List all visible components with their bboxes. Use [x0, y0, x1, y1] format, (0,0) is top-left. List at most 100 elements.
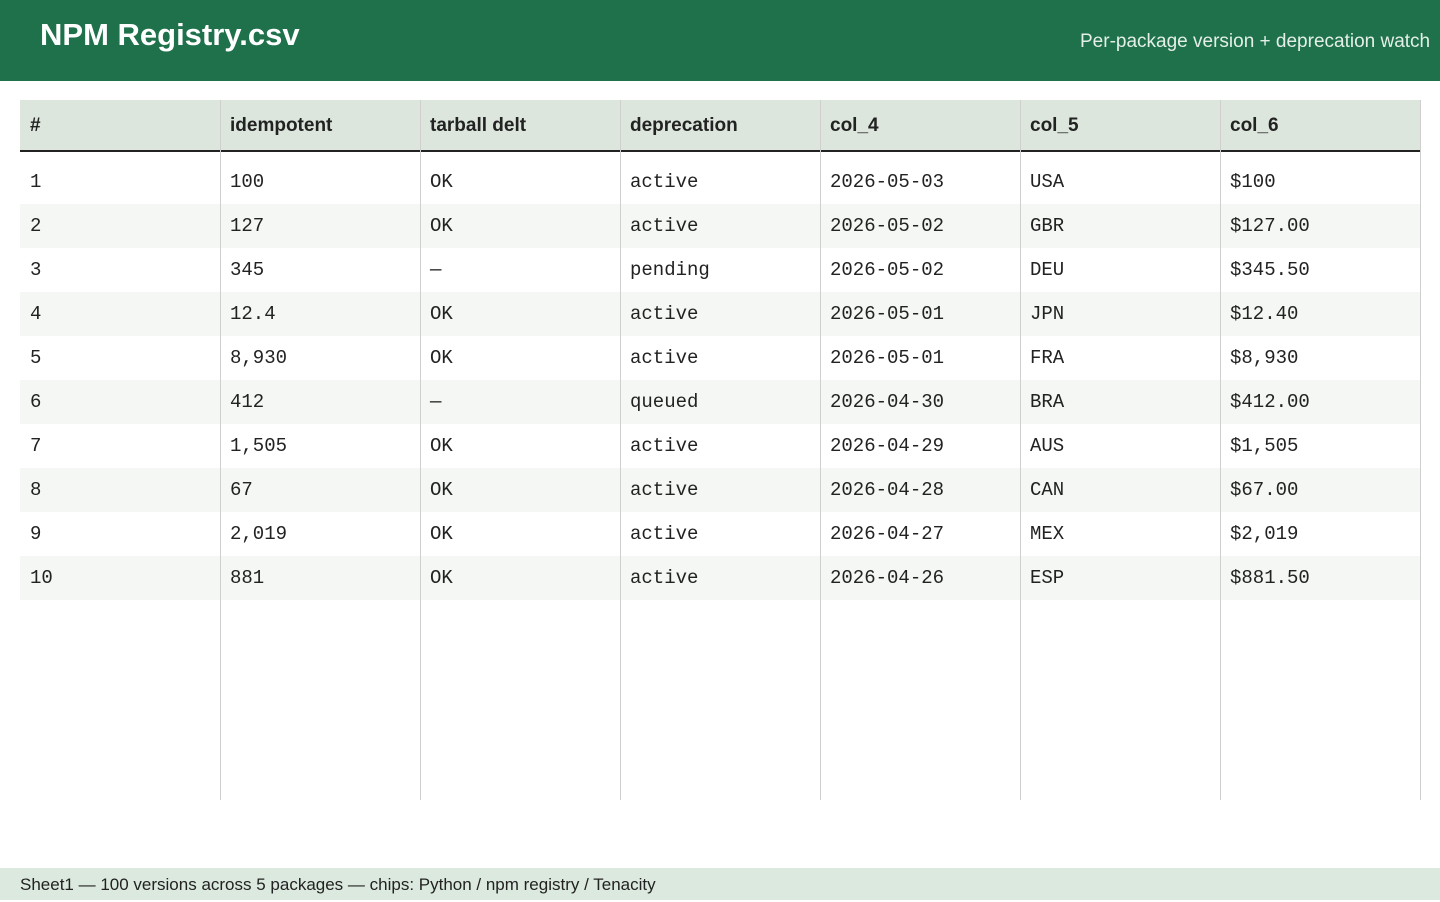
column-divider — [220, 100, 221, 800]
table-cell[interactable]: OK — [420, 292, 620, 336]
table-cell[interactable]: $345.50 — [1220, 248, 1420, 292]
table-cell[interactable]: $1,505 — [1220, 424, 1420, 468]
column-divider — [1020, 100, 1021, 800]
table-cell[interactable]: CAN — [1020, 468, 1220, 512]
table-row[interactable]: 6 412— queued 2026-04-30 BRA $412.00 — [20, 380, 1420, 424]
table-row[interactable]: 10 881 OK active 2026-04-26 ESP $881.50 — [20, 556, 1420, 600]
table-cell[interactable]: 2026-04-26 — [820, 556, 1020, 600]
column-divider — [1220, 100, 1221, 800]
table-cell[interactable]: 8,930 — [220, 336, 420, 380]
table-cell[interactable]: active — [620, 160, 820, 204]
table-cell[interactable]: OK — [420, 424, 620, 468]
table-cell[interactable]: 345 — [220, 248, 420, 292]
table-cell[interactable]: 2026-05-03 — [820, 160, 1020, 204]
table-cell[interactable]: 1 — [20, 160, 220, 204]
table-cell[interactable]: 9 — [20, 512, 220, 556]
table-cell[interactable]: 100 — [220, 160, 420, 204]
spreadsheet-grid: # idempotent tarball delt deprecation co… — [20, 100, 1421, 800]
table-cell[interactable]: OK — [420, 556, 620, 600]
table-row[interactable]: 8 67 OK active 2026-04-28 CAN $67.00 — [20, 468, 1420, 512]
table-cell[interactable]: 2026-04-28 — [820, 468, 1020, 512]
table-cell[interactable]: 2,019 — [220, 512, 420, 556]
table-cell[interactable]: 127 — [220, 204, 420, 248]
file-title: NPM Registry.csv — [40, 17, 300, 52]
table-cell[interactable]: active — [620, 424, 820, 468]
table-cell[interactable]: 4 — [20, 292, 220, 336]
table-cell[interactable]: active — [620, 556, 820, 600]
table-cell[interactable]: $127.00 — [1220, 204, 1420, 248]
table-cell[interactable]: — — [420, 380, 620, 424]
table-cell[interactable]: $12.40 — [1220, 292, 1420, 336]
table-cell[interactable]: 7 — [20, 424, 220, 468]
column-header-tarball-delt[interactable]: tarball delt — [420, 100, 620, 150]
table-cell[interactable]: FRA — [1020, 336, 1220, 380]
table-cell[interactable]: active — [620, 204, 820, 248]
table-row[interactable]: 2 127 OK active 2026-05-02 GBR $127.00 — [20, 204, 1420, 248]
column-header-col-5[interactable]: col_5 — [1020, 100, 1220, 150]
file-subtitle: Per-package version + deprecation watch — [1080, 31, 1431, 52]
column-divider — [820, 100, 821, 800]
table-cell[interactable]: JPN — [1020, 292, 1220, 336]
table-cell[interactable]: 3 — [20, 248, 220, 292]
table-cell[interactable]: 2026-05-01 — [820, 292, 1020, 336]
table-cell[interactable]: AUS — [1020, 424, 1220, 468]
table-cell[interactable]: 2026-04-30 — [820, 380, 1020, 424]
table-cell[interactable]: $881.50 — [1220, 556, 1420, 600]
table-cell[interactable]: OK — [420, 336, 620, 380]
table-cell[interactable]: $100 — [1220, 160, 1420, 204]
table-cell[interactable]: 881 — [220, 556, 420, 600]
table-cell[interactable]: 2026-04-27 — [820, 512, 1020, 556]
table-cell[interactable]: OK — [420, 512, 620, 556]
table-cell[interactable]: active — [620, 292, 820, 336]
table-cell[interactable]: GBR — [1020, 204, 1220, 248]
column-header-idempotent[interactable]: idempotent — [220, 100, 420, 150]
table-row[interactable]: 3 345— pending 2026-05-02 DEU $345.50 — [20, 248, 1420, 292]
status-text: Sheet1 — 100 versions across 5 packages … — [20, 875, 656, 894]
table-cell[interactable]: 6 — [20, 380, 220, 424]
table-cell[interactable]: $8,930 — [1220, 336, 1420, 380]
column-header-deprecation[interactable]: deprecation — [620, 100, 820, 150]
table-cell[interactable]: pending — [620, 248, 820, 292]
table-cell[interactable]: ESP — [1020, 556, 1220, 600]
column-divider — [1420, 100, 1421, 800]
table-cell[interactable]: OK — [420, 204, 620, 248]
table-row[interactable]: 9 2,019 OK active 2026-04-27 MEX $2,019 — [20, 512, 1420, 556]
table-cell[interactable]: 67 — [220, 468, 420, 512]
table-cell[interactable]: 412 — [220, 380, 420, 424]
table-cell[interactable]: 8 — [20, 468, 220, 512]
table-cell[interactable]: 2026-04-29 — [820, 424, 1020, 468]
column-header-col-6[interactable]: col_6 — [1220, 100, 1420, 150]
table-row[interactable]: 7 1,505 OK active 2026-04-29 AUS $1,505 — [20, 424, 1420, 468]
app-header: NPM Registry.csv Per-package version + d… — [0, 0, 1440, 81]
table-cell[interactable]: DEU — [1020, 248, 1220, 292]
table-cell[interactable]: 12.4 — [220, 292, 420, 336]
column-header-index[interactable]: # — [20, 100, 220, 150]
table-cell[interactable]: OK — [420, 468, 620, 512]
table-row[interactable]: 5 8,930 OK active 2026-05-01 FRA $8,930 — [20, 336, 1420, 380]
table-cell[interactable]: 2026-05-02 — [820, 204, 1020, 248]
table-cell[interactable]: BRA — [1020, 380, 1220, 424]
table-cell[interactable]: MEX — [1020, 512, 1220, 556]
table-cell[interactable]: $67.00 — [1220, 468, 1420, 512]
table-cell[interactable]: active — [620, 336, 820, 380]
table-cell[interactable]: 10 — [20, 556, 220, 600]
table-cell[interactable]: queued — [620, 380, 820, 424]
table-cell[interactable]: 2026-05-01 — [820, 336, 1020, 380]
table-cell[interactable]: — — [420, 248, 620, 292]
table-cell[interactable]: 2 — [20, 204, 220, 248]
table-cell[interactable]: OK — [420, 160, 620, 204]
table-cell[interactable]: active — [620, 512, 820, 556]
table-cell[interactable]: 5 — [20, 336, 220, 380]
column-divider — [420, 100, 421, 800]
table-cell[interactable]: 2026-05-02 — [820, 248, 1020, 292]
column-divider — [620, 100, 621, 800]
column-header-col-4[interactable]: col_4 — [820, 100, 1020, 150]
table-cell[interactable]: 1,505 — [220, 424, 420, 468]
table-row[interactable]: 1 100 OK active 2026-05-03 USA $100 — [20, 160, 1420, 204]
table-cell[interactable]: active — [620, 468, 820, 512]
table-cell[interactable]: $2,019 — [1220, 512, 1420, 556]
status-bar: Sheet1 — 100 versions across 5 packages … — [0, 868, 1440, 900]
table-row[interactable]: 4 12.4 OK active 2026-05-01 JPN $12.40 — [20, 292, 1420, 336]
table-cell[interactable]: $412.00 — [1220, 380, 1420, 424]
table-cell[interactable]: USA — [1020, 160, 1220, 204]
